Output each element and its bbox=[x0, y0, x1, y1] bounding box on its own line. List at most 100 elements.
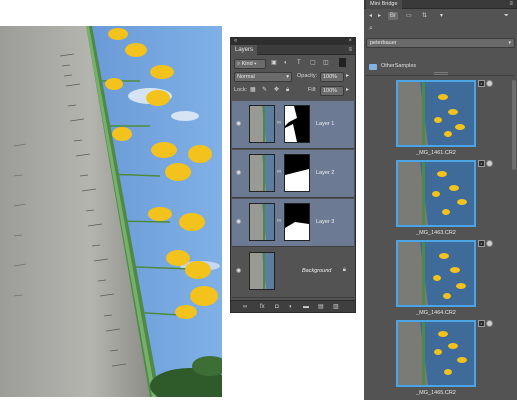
file-thumbnail[interactable] bbox=[396, 160, 476, 227]
layers-panel-footer: ∞ fx ◘ ◐ ▬ ▤ ▥ bbox=[231, 300, 355, 312]
tools-icon[interactable]: ▾ bbox=[440, 12, 443, 20]
link-icon[interactable]: ∞ bbox=[277, 169, 281, 175]
ruler-tulips-photo bbox=[0, 26, 222, 397]
trash-icon[interactable]: ▥ bbox=[333, 303, 339, 311]
visibility-eye-icon[interactable]: ◉ bbox=[236, 268, 244, 274]
new-layer-icon[interactable]: ▤ bbox=[318, 303, 324, 311]
layer-mask-thumbnail bbox=[284, 154, 310, 192]
lock-label: Lock: bbox=[234, 87, 248, 93]
tab-mini-bridge[interactable]: Mini Bridge bbox=[366, 0, 402, 9]
lock-brush-icon[interactable]: ✎ bbox=[262, 86, 267, 94]
layers-panel-topbar[interactable]: « × bbox=[231, 38, 355, 45]
raw-badge-icon: ▪ bbox=[478, 80, 485, 87]
raw-badge-icon: ▪ bbox=[478, 160, 485, 167]
settings-badge-icon bbox=[486, 160, 493, 167]
file-thumbnail[interactable] bbox=[396, 240, 476, 307]
file-thumbnail-item[interactable]: ▪ _MG_1464.CR2 bbox=[396, 240, 493, 318]
filter-kind-select[interactable]: ⌕ Kind ▾ bbox=[234, 59, 266, 69]
filter-shape-icon[interactable]: ▢ bbox=[310, 59, 316, 67]
close-icon[interactable]: × bbox=[348, 38, 352, 45]
filter-smartobject-icon[interactable]: ◫ bbox=[323, 59, 329, 67]
layer-name[interactable]: Background bbox=[302, 268, 331, 274]
layer-mask-thumbnail bbox=[284, 203, 310, 241]
layer-name[interactable]: Layer 3 bbox=[316, 219, 334, 225]
blend-mode-select[interactable]: Normal ▾ bbox=[234, 72, 292, 82]
folder-icon bbox=[369, 64, 377, 70]
layers-panel: « × Layers ≡ ⌕ Kind ▾ ▣ ◐ T ▢ ◫ Normal ▾… bbox=[230, 37, 356, 313]
filter-funnel-icon[interactable]: ⏷ bbox=[504, 12, 509, 20]
mini-bridge-panel: Mini Bridge ≡ ◂ ▸ Br ▭ ⇅ ▾ ⏷ ⌕ peterbaue… bbox=[364, 0, 517, 400]
sort-icon[interactable]: ⇅ bbox=[422, 12, 427, 20]
fill-field[interactable]: 100% bbox=[320, 86, 344, 96]
filter-adjustment-icon[interactable]: ◐ bbox=[284, 59, 288, 67]
chevron-down-icon[interactable]: ▸ bbox=[346, 72, 349, 80]
lock-transparent-icon[interactable]: ▦ bbox=[250, 86, 256, 94]
view-options-icon[interactable]: ▭ bbox=[406, 12, 412, 20]
raw-badge-icon: ▪ bbox=[478, 320, 485, 327]
layer-name[interactable]: Layer 2 bbox=[316, 170, 334, 176]
layer-thumbnail bbox=[249, 203, 275, 241]
file-name: _MG_1464.CR2 bbox=[416, 310, 456, 316]
raw-badge-icon: ▪ bbox=[478, 240, 485, 247]
layer-thumbnail bbox=[249, 105, 275, 143]
file-thumbnail[interactable] bbox=[396, 80, 476, 147]
settings-badge-icon bbox=[486, 80, 493, 87]
blend-mode-value: Normal bbox=[237, 74, 255, 80]
layer-name[interactable]: Layer 1 bbox=[316, 121, 334, 127]
kind-filter-label: Kind bbox=[241, 61, 253, 67]
mini-bridge-toolbar: ◂ ▸ Br ▭ ⇅ ▾ ⏷ bbox=[364, 9, 517, 24]
layer-style-icon[interactable]: fx bbox=[260, 303, 265, 311]
lock-position-icon[interactable]: ✥ bbox=[274, 86, 279, 94]
add-mask-icon[interactable]: ◘ bbox=[275, 303, 279, 311]
filter-pixel-icon[interactable]: ▣ bbox=[271, 59, 277, 67]
chevron-down-icon: ▾ bbox=[286, 74, 289, 80]
adjustment-layer-icon[interactable]: ◐ bbox=[289, 303, 293, 311]
file-thumbnail-item[interactable]: ▪ _MG_1465.CR2 bbox=[396, 320, 493, 398]
path-select[interactable]: peterbauer ▾ bbox=[366, 38, 515, 48]
scrollbar[interactable] bbox=[512, 80, 516, 170]
collapse-arrows-icon[interactable]: « bbox=[234, 38, 237, 45]
visibility-eye-icon[interactable]: ◉ bbox=[236, 121, 244, 127]
search-row: ⌕ bbox=[364, 24, 517, 36]
filter-type-icon[interactable]: T bbox=[297, 59, 301, 67]
file-name: _MG_1463.CR2 bbox=[416, 230, 456, 236]
layer-mask-thumbnail bbox=[284, 105, 310, 143]
layer-row-background[interactable]: ◉ Background 🔒︎ bbox=[232, 248, 354, 298]
file-thumbnail-item[interactable]: ▪ _MG_1463.CR2 bbox=[396, 160, 493, 238]
layer-thumbnail bbox=[249, 252, 275, 290]
lock-all-icon[interactable]: 🔒︎ bbox=[286, 86, 289, 94]
settings-badge-icon bbox=[486, 240, 493, 247]
divider bbox=[366, 75, 515, 76]
file-name: _MG_1465.CR2 bbox=[416, 390, 456, 396]
link-icon[interactable]: ∞ bbox=[277, 120, 281, 126]
layer-row-2[interactable]: ◉ ∞ Layer 2 bbox=[232, 150, 354, 198]
settings-badge-icon bbox=[486, 320, 493, 327]
forward-arrow-icon[interactable]: ▸ bbox=[378, 12, 381, 20]
search-icon[interactable]: ⌕ bbox=[369, 25, 373, 33]
visibility-eye-icon[interactable]: ◉ bbox=[236, 170, 244, 176]
layer-row-1[interactable]: ◉ ∞ Layer 1 bbox=[232, 101, 354, 149]
link-layers-icon[interactable]: ∞ bbox=[243, 303, 247, 311]
lock-icon: 🔒︎ bbox=[342, 267, 346, 273]
tab-layers[interactable]: Layers bbox=[231, 45, 258, 55]
filter-toggle[interactable] bbox=[339, 58, 346, 67]
panel-menu-icon[interactable]: ≡ bbox=[348, 45, 352, 55]
chevron-down-icon[interactable]: ▸ bbox=[346, 86, 349, 94]
opacity-label: Opacity: bbox=[297, 73, 318, 79]
visibility-eye-icon[interactable]: ◉ bbox=[236, 219, 244, 225]
path-select-value: peterbauer bbox=[370, 40, 397, 46]
file-thumbnail[interactable] bbox=[396, 320, 476, 387]
new-group-icon[interactable]: ▬ bbox=[303, 303, 309, 311]
chevron-down-icon: ▾ bbox=[508, 40, 511, 46]
opacity-field[interactable]: 100% bbox=[320, 72, 344, 82]
layer-row-3[interactable]: ◉ ∞ Layer 3 bbox=[232, 199, 354, 247]
file-name: _MG_1461.CR2 bbox=[416, 150, 456, 156]
back-arrow-icon[interactable]: ◂ bbox=[369, 12, 372, 20]
search-icon: ⌕ bbox=[237, 61, 241, 67]
bridge-launch-icon[interactable]: Br bbox=[388, 12, 398, 20]
photo-canvas[interactable] bbox=[0, 26, 222, 397]
file-thumbnail-item[interactable]: ▪ _MG_1461.CR2 bbox=[396, 80, 493, 158]
layer-thumbnail bbox=[249, 154, 275, 192]
link-icon[interactable]: ∞ bbox=[277, 218, 281, 224]
panel-menu-icon[interactable]: ≡ bbox=[509, 0, 513, 9]
